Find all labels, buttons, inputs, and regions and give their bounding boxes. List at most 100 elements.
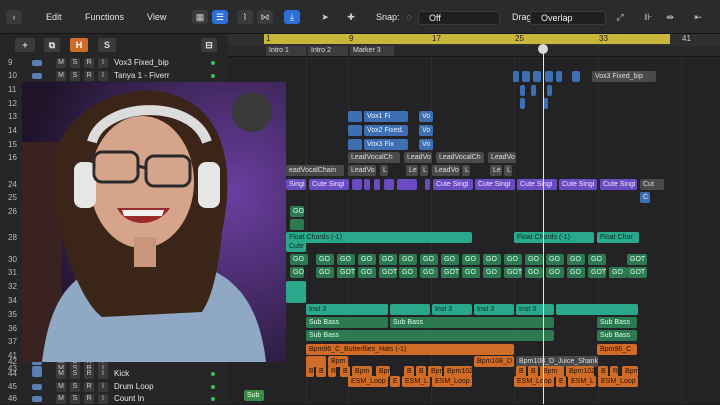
input-monitor-button[interactable]: I xyxy=(98,369,108,379)
cycle-region[interactable] xyxy=(264,34,670,44)
solo-button[interactable]: S xyxy=(70,369,80,379)
record-button[interactable]: R xyxy=(84,394,94,404)
region[interactable]: Vox1 Fi xyxy=(364,111,408,122)
functions-menu[interactable]: Functions xyxy=(85,9,124,25)
region[interactable]: L xyxy=(462,165,470,176)
solo-button[interactable]: S xyxy=(70,394,80,404)
region[interactable]: Bpm96_C_Butterflies_Hats (-1) xyxy=(306,344,514,355)
track-row[interactable]: 10 M S R I Tanya 1 - Fiverr xyxy=(0,70,228,82)
region[interactable]: Cute Singi xyxy=(559,179,597,190)
region[interactable]: GO xyxy=(316,267,334,278)
region[interactable]: GO xyxy=(316,254,334,265)
region[interactable]: ESM_Loop xyxy=(348,376,388,387)
region[interactable]: L xyxy=(380,165,388,176)
marker[interactable]: Intro 1 xyxy=(266,46,306,56)
collapse-icon[interactable]: ⇤ xyxy=(690,10,706,24)
region[interactable]: B xyxy=(316,366,326,377)
add-track-button[interactable]: + xyxy=(15,38,35,52)
region[interactable]: Sub Bass xyxy=(597,330,637,341)
playhead-handle[interactable] xyxy=(538,44,548,54)
track-row[interactable]: 44 M S R I Kick xyxy=(0,368,228,380)
record-button[interactable]: R xyxy=(84,382,94,392)
region[interactable] xyxy=(364,179,370,190)
region[interactable]: Inst 3 xyxy=(474,304,514,315)
region[interactable]: Singi xyxy=(286,179,306,190)
region[interactable]: Cute Singi xyxy=(600,179,637,190)
region[interactable]: GO xyxy=(588,254,606,265)
region[interactable] xyxy=(556,71,562,82)
region[interactable]: GO xyxy=(483,254,501,265)
region[interactable]: GO xyxy=(462,267,480,278)
region[interactable]: GO xyxy=(609,267,627,278)
region[interactable]: LeadVocalCh xyxy=(436,152,484,163)
flex-icon[interactable]: ⋈ xyxy=(257,10,273,24)
track-name[interactable]: Tanya 1 - Fiverr xyxy=(114,70,170,82)
input-monitor-button[interactable]: I xyxy=(98,58,108,68)
region[interactable]: GO xyxy=(462,254,480,265)
region[interactable] xyxy=(572,71,580,82)
region[interactable]: Sub Bass xyxy=(390,317,554,328)
region[interactable] xyxy=(290,219,304,230)
snap-select[interactable]: Off xyxy=(418,11,500,25)
catch-icon[interactable]: ⤓ xyxy=(284,10,300,24)
region[interactable]: GOT xyxy=(441,267,459,278)
waveform-zoom-icon[interactable]: ⊪ xyxy=(640,10,656,24)
region[interactable]: R xyxy=(328,366,336,377)
region[interactable]: LeadVo xyxy=(348,165,376,176)
record-button[interactable]: R xyxy=(84,58,94,68)
region[interactable] xyxy=(425,179,430,190)
global-tracks-icon[interactable]: ⊟ xyxy=(201,38,217,52)
region[interactable]: GOT xyxy=(504,267,522,278)
region[interactable]: LeadVo xyxy=(432,165,460,176)
input-monitor-button[interactable]: I xyxy=(98,394,108,404)
track-name[interactable]: Kick xyxy=(114,368,129,380)
track-name[interactable]: Count In xyxy=(114,393,144,405)
snap-icon[interactable]: ◌ xyxy=(401,10,417,24)
solo-button[interactable]: S xyxy=(70,71,80,81)
region[interactable]: GO xyxy=(399,267,417,278)
region[interactable]: Vox2 Fixed. xyxy=(364,125,408,136)
region[interactable]: Float Chor xyxy=(597,232,639,243)
region[interactable]: Inst 3 xyxy=(516,304,554,315)
region[interactable] xyxy=(374,179,380,190)
list-view-icon[interactable]: ☰ xyxy=(212,10,228,24)
region[interactable]: GO xyxy=(483,267,501,278)
view-menu[interactable]: View xyxy=(147,9,166,25)
region[interactable]: Sub Bass xyxy=(597,317,637,328)
region[interactable]: GOT xyxy=(588,267,606,278)
region[interactable] xyxy=(397,179,417,190)
region[interactable]: Sub xyxy=(244,390,264,401)
mute-button[interactable]: M xyxy=(56,58,66,68)
region[interactable] xyxy=(390,304,430,315)
region[interactable]: Cute Singi xyxy=(433,179,473,190)
marker[interactable]: Intro 2 xyxy=(308,46,348,56)
region[interactable]: Cute xyxy=(286,241,306,252)
playhead[interactable] xyxy=(543,44,544,404)
track-row[interactable]: 45 M S R I Drum Loop xyxy=(0,381,228,393)
mute-button[interactable]: M xyxy=(56,71,66,81)
region[interactable]: Float Chords (-1) xyxy=(514,232,594,243)
region[interactable]: GO xyxy=(567,267,585,278)
record-button[interactable]: R xyxy=(84,369,94,379)
region[interactable] xyxy=(520,98,525,109)
region[interactable]: Vo xyxy=(419,125,433,136)
solo-button[interactable]: S xyxy=(70,58,80,68)
region[interactable]: Le xyxy=(406,165,418,176)
region[interactable]: Cut xyxy=(640,179,664,190)
region[interactable]: Vo xyxy=(419,111,433,122)
region[interactable]: Vox3 Fix xyxy=(364,139,408,150)
input-monitor-button[interactable]: I xyxy=(98,382,108,392)
edit-menu[interactable]: Edit xyxy=(46,9,62,25)
region[interactable]: Sub Bass xyxy=(306,317,388,328)
drag-select[interactable]: Overlap xyxy=(530,11,606,25)
region[interactable]: GO xyxy=(546,267,564,278)
region[interactable]: GO xyxy=(358,267,376,278)
track-row[interactable]: 46 M S R I Count In xyxy=(0,393,228,405)
mute-button[interactable]: M xyxy=(56,394,66,404)
region[interactable] xyxy=(286,281,306,303)
track-name[interactable]: Vox3 Fixed_bip xyxy=(114,57,169,69)
solo-button[interactable]: S xyxy=(70,382,80,392)
region[interactable]: Inst 3 xyxy=(432,304,472,315)
region[interactable]: GO xyxy=(441,254,459,265)
zoom-icon[interactable]: ⤢ xyxy=(612,10,628,24)
